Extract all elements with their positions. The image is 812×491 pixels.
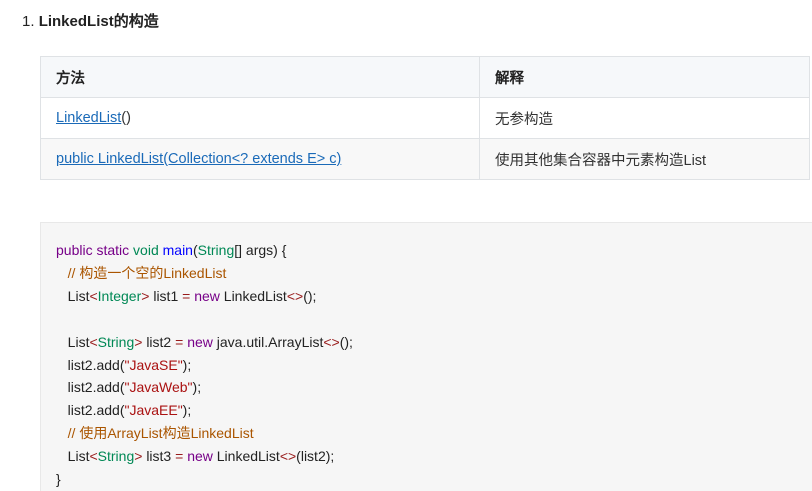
code-type: Integer	[97, 287, 142, 304]
code-text: ();	[339, 333, 353, 350]
code-comment: // 构造一个空的LinkedList	[67, 264, 227, 281]
code-line: list2.add("JavaWeb");	[56, 376, 353, 399]
code-text: );	[182, 402, 192, 419]
code-line: List<Integer> list1 = new LinkedList<>()…	[56, 285, 353, 308]
code-operator: =	[182, 287, 195, 304]
header-method: 方法	[40, 56, 480, 98]
code-text: list2.add(	[56, 402, 125, 419]
heading-number: 1.	[22, 13, 35, 30]
code-operator: <>	[323, 333, 340, 350]
code-line: list2.add("JavaSE");	[56, 354, 353, 377]
code-text: LinkedList	[223, 287, 287, 304]
code-text: list2	[146, 333, 176, 350]
description-cell: 使用其他集合容器中元素构造List	[479, 138, 810, 180]
code-text: LinkedList	[216, 448, 280, 465]
code-operator: <>	[286, 287, 304, 304]
code-line: // 构造一个空的LinkedList	[56, 262, 353, 285]
code-text: list2.add(	[56, 356, 125, 373]
code-text: ();	[303, 287, 317, 304]
table-header-row: 方法 解释	[40, 56, 810, 98]
code-line: List<String> list2 = new java.util.Array…	[56, 331, 353, 354]
code-string: "JavaSE"	[124, 356, 183, 373]
method-suffix: ()	[121, 110, 131, 126]
code-operator: =	[175, 448, 188, 465]
code-type: String	[197, 242, 235, 258]
method-link-linkedlist-collection[interactable]: public LinkedList(Collection<? extends E…	[56, 151, 341, 167]
code-keyword: new	[187, 333, 217, 350]
code-keyword: new	[187, 448, 217, 465]
table-row: public LinkedList(Collection<? extends E…	[40, 138, 810, 180]
code-line: // 使用ArrayList构造LinkedList	[56, 422, 353, 445]
method-cell: public LinkedList(Collection<? extends E…	[40, 138, 480, 180]
code-operator: >	[141, 287, 154, 304]
code-type: String	[97, 333, 135, 350]
code-text: list1	[153, 287, 183, 304]
table-row: LinkedList() 无参构造	[40, 97, 810, 139]
heading-title: LinkedList的构造	[38, 13, 159, 30]
code-line: }	[56, 468, 353, 491]
code-operator: >	[134, 448, 147, 465]
code-text: List	[56, 287, 90, 304]
code-text: }	[56, 471, 61, 488]
code-function: main	[162, 242, 193, 258]
code-string: "JavaWeb"	[124, 379, 193, 396]
code-line: public static void main(String[] args) {	[56, 239, 353, 262]
method-link-linkedlist[interactable]: LinkedList	[56, 110, 121, 126]
code-line: list2.add("JavaEE");	[56, 399, 353, 422]
code-operator: <	[89, 333, 98, 350]
code-keyword: new	[194, 287, 224, 304]
section-heading: 1. LinkedList的构造	[22, 10, 159, 31]
code-keyword: public static	[56, 242, 134, 258]
constructor-table: 方法 解释 LinkedList() 无参构造 public LinkedLis…	[40, 56, 810, 180]
code-block: public static void main(String[] args) {…	[40, 222, 812, 491]
code-line: List<String> list3 = new LinkedList<>(li…	[56, 445, 353, 468]
code-operator: >	[134, 333, 147, 350]
code-string: "JavaEE"	[124, 402, 183, 419]
code-text: [] args) {	[234, 242, 287, 258]
code-operator: <	[89, 287, 98, 304]
code-text: List	[56, 448, 90, 465]
code-type: String	[97, 448, 135, 465]
code-operator: =	[175, 333, 188, 350]
code-text: List	[56, 333, 90, 350]
code-text: );	[182, 356, 192, 373]
code-type: void	[133, 242, 163, 258]
code-operator: <>	[279, 448, 297, 465]
code-text: (list2);	[296, 448, 335, 465]
code-content: public static void main(String[] args) {…	[56, 239, 353, 491]
code-text: );	[192, 379, 202, 396]
code-text: list3	[146, 448, 176, 465]
code-line	[56, 308, 353, 331]
code-comment: // 使用ArrayList构造LinkedList	[67, 425, 254, 442]
code-text: java.util.ArrayList	[216, 333, 324, 350]
code-operator: <	[89, 448, 98, 465]
description-cell: 无参构造	[479, 97, 810, 139]
header-explanation: 解释	[479, 56, 810, 98]
method-cell: LinkedList()	[40, 97, 480, 139]
code-text: list2.add(	[56, 379, 125, 396]
